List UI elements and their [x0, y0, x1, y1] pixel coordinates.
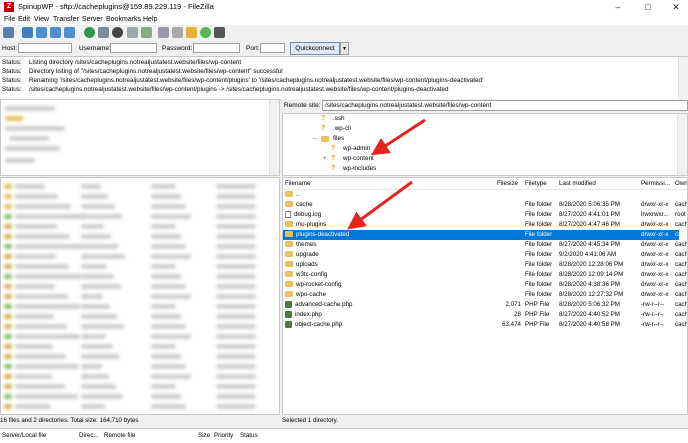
annotation-arrow-list: [347, 180, 413, 230]
annotation-arrow-tree: [370, 118, 426, 156]
annotation-arrows: [347, 118, 426, 230]
